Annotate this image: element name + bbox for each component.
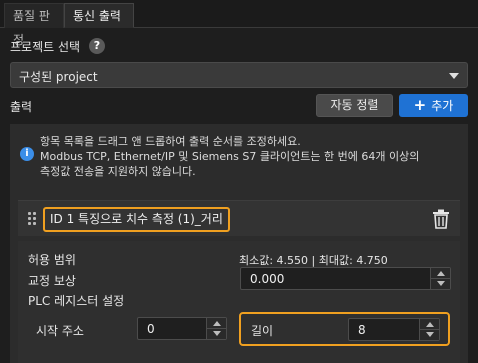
spin-up-icon[interactable] [437, 271, 445, 276]
tab-bar: 품질 판정 통신 출력 [0, 0, 478, 47]
output-item-body: 허용 범위 최소값: 4.550 | 최대값: 4.750 교정 보상 0.00… [18, 241, 460, 363]
spin-down-icon[interactable] [426, 332, 434, 337]
tab-communication-output[interactable]: 통신 출력 [64, 3, 134, 28]
info-line-3: 측정값 전송을 지원하지 않습니다. [40, 165, 196, 178]
project-select-label: 프로젝트 선택 [10, 40, 81, 54]
compensation-spinner[interactable] [430, 268, 451, 289]
chevron-down-icon [449, 73, 459, 79]
plus-icon: + [413, 96, 427, 114]
compensation-value: 0.000 [250, 272, 285, 286]
spin-up-icon[interactable] [426, 322, 434, 327]
start-address-spinner[interactable] [206, 318, 227, 339]
output-label: 출력 [10, 100, 33, 114]
drag-handle-icon[interactable] [28, 212, 38, 226]
spin-down-icon[interactable] [213, 331, 221, 336]
add-button[interactable]: + 추가 [399, 94, 468, 117]
tab-quality-judgement[interactable]: 품질 판정 [4, 3, 64, 47]
plc-register-label: PLC 레지스터 설정 [28, 294, 125, 308]
add-button-label: 추가 [431, 99, 454, 113]
length-value: 8 [358, 323, 366, 337]
compensation-input[interactable]: 0.000 [240, 267, 451, 290]
tolerance-label: 허용 범위 [28, 253, 76, 267]
start-address-input[interactable]: 0 [137, 317, 227, 340]
trash-icon[interactable] [432, 209, 450, 229]
length-spinner[interactable] [419, 319, 440, 340]
output-item-title: ID 1 특징으로 치수 측정 (1)_거리 [43, 207, 230, 232]
length-input[interactable]: 8 [348, 318, 440, 341]
spin-down-icon[interactable] [437, 281, 445, 286]
info-icon: i [20, 147, 34, 161]
tolerance-range: 최소값: 4.550 | 최대값: 4.750 [239, 254, 388, 267]
compensation-label: 교정 보상 [28, 274, 76, 288]
output-item-header: ID 1 특징으로 치수 측정 (1)_거리 [18, 200, 460, 236]
project-dropdown-value: 구성된 project [19, 70, 98, 84]
help-icon[interactable]: ? [89, 38, 105, 54]
project-dropdown[interactable]: 구성된 project [10, 62, 468, 88]
info-line-2: Modbus TCP, Ethernet/IP 및 Siemens S7 클라이… [40, 150, 420, 163]
spin-up-icon[interactable] [213, 321, 221, 326]
length-label: 길이 [251, 324, 274, 338]
info-line-1: 항목 목록을 드래그 앤 드롭하여 출력 순서를 조정하세요. [40, 135, 301, 148]
start-address-label: 시작 주소 [36, 324, 84, 338]
auto-sort-button[interactable]: 자동 정렬 [316, 94, 393, 117]
start-address-value: 0 [147, 322, 155, 336]
length-highlight: 길이 8 [239, 312, 450, 346]
